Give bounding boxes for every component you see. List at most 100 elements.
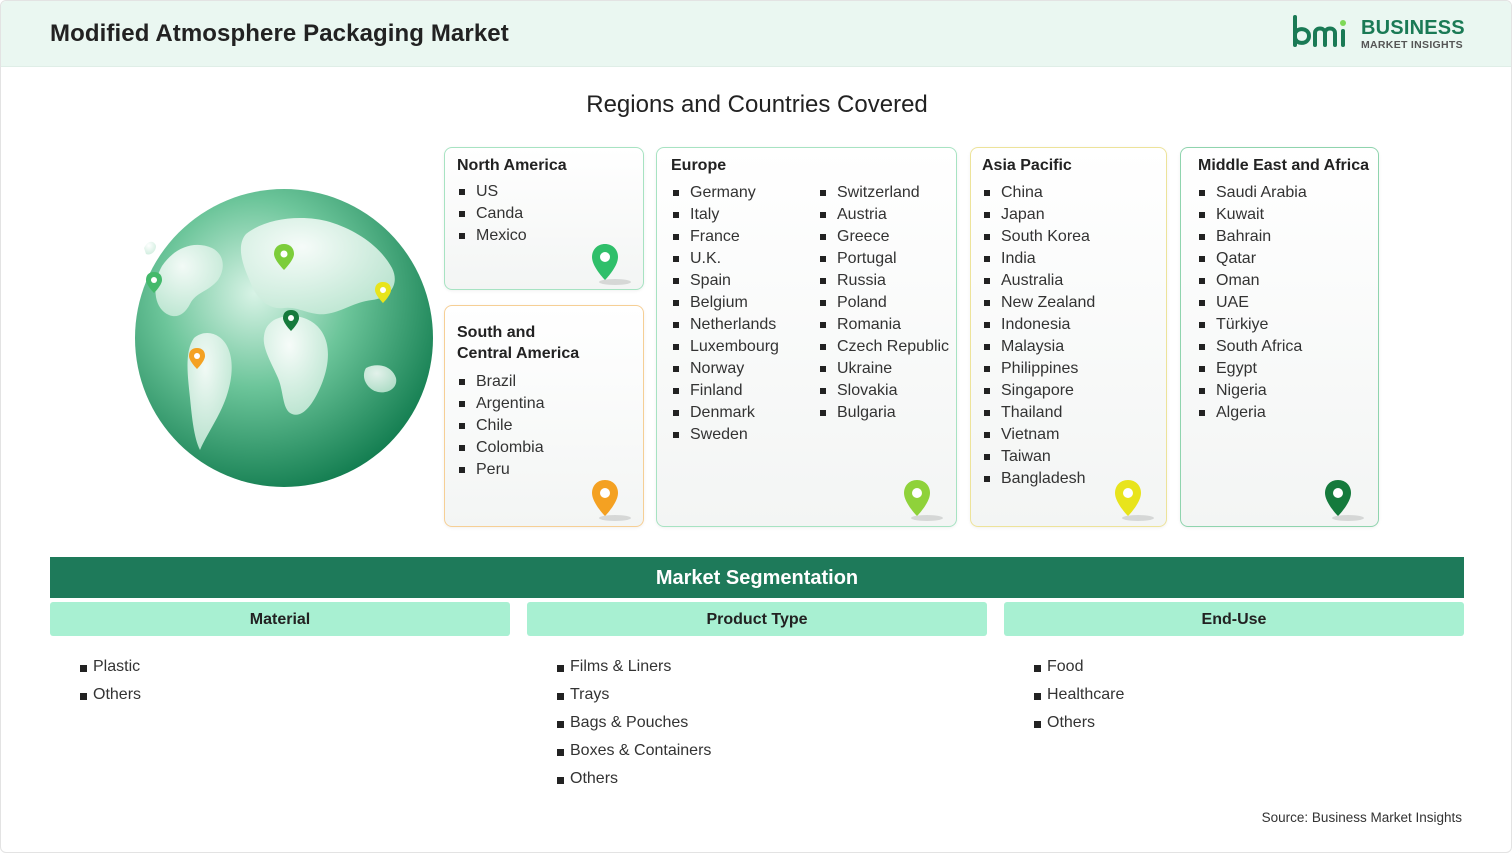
segment-item: Others: [1034, 709, 1124, 737]
header-bar: Modified Atmosphere Packaging Market BUS…: [1, 1, 1511, 67]
country-item: Qatar: [1199, 248, 1307, 270]
country-item: Finland: [673, 380, 779, 402]
location-pin-icon: [904, 480, 943, 521]
country-item: Sweden: [673, 424, 779, 446]
region-name: North America: [457, 157, 567, 174]
country-item: Switzerland: [820, 182, 949, 204]
product-type-list: Films & Liners Trays Bags & Pouches Boxe…: [557, 653, 711, 793]
country-item: Belgium: [673, 292, 779, 314]
logo-tagline: MARKET INSIGHTS: [1361, 39, 1463, 51]
country-item: Japan: [984, 204, 1095, 226]
country-item: Nigeria: [1199, 380, 1307, 402]
country-item: Czech Republic: [820, 336, 949, 358]
country-list-col1: Germany Italy France U.K. Spain Belgium …: [673, 182, 779, 446]
country-item: Indonesia: [984, 314, 1095, 336]
country-item: Netherlands: [673, 314, 779, 336]
source-note: Source: Business Market Insights: [1261, 810, 1462, 825]
country-item: Portugal: [820, 248, 949, 270]
region-card-middle-east-africa: Middle East and Africa Saudi Arabia Kuwa…: [1180, 147, 1379, 527]
country-item: Saudi Arabia: [1199, 182, 1307, 204]
country-item: China: [984, 182, 1095, 204]
location-pin-icon: [592, 480, 631, 521]
country-item: Peru: [459, 459, 545, 481]
country-item: Brazil: [459, 371, 545, 393]
country-item: Canda: [459, 203, 527, 225]
country-item: Austria: [820, 204, 949, 226]
country-item: Vietnam: [984, 424, 1095, 446]
country-item: Malaysia: [984, 336, 1095, 358]
country-item: Algeria: [1199, 402, 1307, 424]
segment-header-material: Material: [50, 602, 510, 636]
segment-item: Food: [1034, 653, 1124, 681]
country-item: Romania: [820, 314, 949, 336]
country-item: Ukraine: [820, 358, 949, 380]
end-use-list: Food Healthcare Others: [1034, 653, 1124, 737]
segment-item: Trays: [557, 681, 711, 709]
region-card-asia-pacific: Asia Pacific China Japan South Korea Ind…: [970, 147, 1167, 527]
country-list: Saudi Arabia Kuwait Bahrain Qatar Oman U…: [1199, 182, 1307, 424]
infographic-frame: Modified Atmosphere Packaging Market BUS…: [0, 0, 1512, 853]
segment-header-end-use: End-Use: [1004, 602, 1464, 636]
country-item: Germany: [673, 182, 779, 204]
country-item: US: [459, 181, 527, 203]
segment-item: Plastic: [80, 653, 141, 681]
region-name: Middle East and Africa: [1198, 157, 1369, 174]
country-item: Italy: [673, 204, 779, 226]
country-item: Türkiye: [1199, 314, 1307, 336]
region-card-europe: Europe Germany Italy France U.K. Spain B…: [656, 147, 957, 527]
segmentation-banner: Market Segmentation: [50, 557, 1464, 598]
country-item: Kuwait: [1199, 204, 1307, 226]
segment-item: Others: [80, 681, 141, 709]
country-item: Norway: [673, 358, 779, 380]
logo-wordmark: BUSINESS: [1361, 17, 1465, 39]
country-item: Denmark: [673, 402, 779, 424]
region-name: Europe: [671, 157, 727, 174]
location-pin-icon: [1115, 480, 1154, 521]
country-item: Colombia: [459, 437, 545, 459]
country-item: Australia: [984, 270, 1095, 292]
country-item: Bulgaria: [820, 402, 949, 424]
country-list: Brazil Argentina Chile Colombia Peru: [459, 371, 545, 481]
country-item: Oman: [1199, 270, 1307, 292]
country-item: Greece: [820, 226, 949, 248]
segment-item: Others: [557, 765, 711, 793]
country-item: Philippines: [984, 358, 1095, 380]
location-pin-icon: [592, 244, 631, 285]
country-item: India: [984, 248, 1095, 270]
country-list: US Canda Mexico: [459, 181, 527, 247]
region-card-north-america: North America US Canda Mexico: [444, 147, 644, 290]
company-logo: BUSINESS MARKET INSIGHTS: [1291, 15, 1471, 55]
material-list: Plastic Others: [80, 653, 141, 709]
region-name-line2: Central America: [457, 345, 580, 362]
country-item: U.K.: [673, 248, 779, 270]
segment-item: Healthcare: [1034, 681, 1124, 709]
region-name-line1: South and: [457, 324, 536, 341]
country-item: Bangladesh: [984, 468, 1095, 490]
globe-illustration: [135, 189, 433, 487]
segment-item: Bags & Pouches: [557, 709, 711, 737]
country-item: Mexico: [459, 225, 527, 247]
country-item: Singapore: [984, 380, 1095, 402]
country-item: Russia: [820, 270, 949, 292]
country-item: New Zealand: [984, 292, 1095, 314]
region-card-south-central-america: South and Central America Brazil Argenti…: [444, 305, 644, 527]
country-item: France: [673, 226, 779, 248]
location-pin-icon: [1325, 480, 1364, 521]
country-item: UAE: [1199, 292, 1307, 314]
bmi-logo-mark: [1293, 15, 1346, 47]
country-item: South Korea: [984, 226, 1095, 248]
segment-header-product-type: Product Type: [527, 602, 987, 636]
country-item: Slovakia: [820, 380, 949, 402]
country-item: Egypt: [1199, 358, 1307, 380]
country-list: China Japan South Korea India Australia …: [984, 182, 1095, 490]
country-item: Thailand: [984, 402, 1095, 424]
country-item: Luxembourg: [673, 336, 779, 358]
region-name: Asia Pacific: [982, 157, 1072, 174]
country-item: Taiwan: [984, 446, 1095, 468]
country-list-col2: Switzerland Austria Greece Portugal Russ…: [820, 182, 949, 424]
country-item: Chile: [459, 415, 545, 437]
country-item: Poland: [820, 292, 949, 314]
page-title: Modified Atmosphere Packaging Market: [50, 20, 509, 47]
country-item: Argentina: [459, 393, 545, 415]
segment-item: Boxes & Containers: [557, 737, 711, 765]
